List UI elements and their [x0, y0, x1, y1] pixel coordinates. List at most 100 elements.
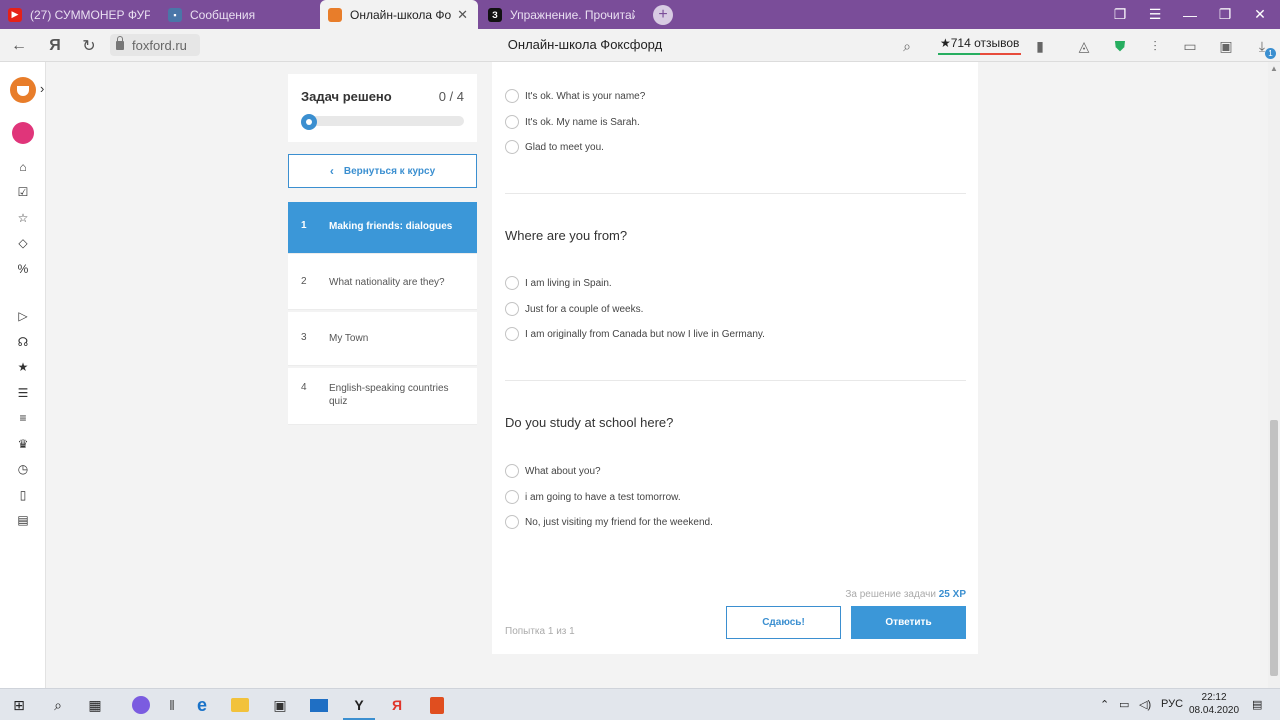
headphones-icon[interactable]: ☊ — [13, 332, 33, 352]
mail-icon[interactable] — [309, 695, 329, 715]
reviews-text: ★714 отзывов — [940, 36, 1020, 50]
clock-date: 08.04.2020 — [1189, 705, 1240, 716]
volume-icon[interactable]: ◁) — [1139, 698, 1151, 711]
close-tab-icon[interactable]: ✕ — [457, 7, 468, 23]
option-label: Glad to meet you. — [525, 141, 604, 153]
home-icon[interactable]: ⌂ — [13, 157, 33, 177]
lesson-item-2[interactable]: 2 What nationality are they? — [288, 254, 477, 310]
tabs-overview-icon[interactable]: ❐ — [1103, 0, 1137, 29]
radio-button[interactable] — [505, 515, 519, 529]
lesson-number: 4 — [301, 382, 307, 393]
radio-button[interactable] — [505, 276, 519, 290]
radio-button[interactable] — [505, 140, 519, 154]
language-indicator[interactable]: РУС — [1161, 698, 1183, 710]
store-icon[interactable]: ▣ — [270, 695, 290, 715]
minimize-icon[interactable]: — — [1173, 0, 1207, 29]
avatar[interactable] — [12, 122, 34, 144]
protect-icon[interactable]: ◬ — [1074, 36, 1094, 56]
lesson-item-1[interactable]: 1 Making friends: dialogues — [288, 202, 477, 254]
reviews-badge[interactable]: ★714 отзывов — [938, 35, 1022, 55]
answer-option[interactable]: I am living in Spain. — [505, 275, 612, 291]
settings-sliders-icon[interactable]: ⫶ — [1145, 36, 1165, 56]
tab-exercise[interactable]: З Упражнение. Прочитайте — [480, 0, 645, 29]
back-arrow-icon[interactable]: ← — [8, 35, 30, 57]
page-title: Онлайн-школа Фоксфорд — [507, 37, 663, 52]
alice-icon[interactable] — [131, 695, 151, 715]
tasks-icon[interactable]: ☑ — [13, 182, 33, 202]
page-scrollbar[interactable]: ▲ — [1268, 62, 1280, 688]
tab-foxford[interactable]: Онлайн-школа Фоксфо ✕ — [320, 0, 478, 29]
option-label: I am living in Spain. — [525, 277, 612, 289]
search-icon[interactable]: ⌕ — [897, 36, 917, 56]
office-icon[interactable] — [427, 695, 447, 715]
stack-icon[interactable]: ≡ — [13, 408, 33, 428]
document-icon[interactable]: ▤ — [13, 510, 33, 530]
restore-icon[interactable]: ❐ — [1208, 0, 1242, 29]
back-to-course-button[interactable]: ‹ Вернуться к курсу — [288, 154, 477, 188]
radio-button[interactable] — [505, 327, 519, 341]
give-up-button[interactable]: Сдаюсь! — [726, 606, 841, 639]
lesson-title: My Town — [329, 333, 369, 344]
lesson-item-4[interactable]: 4 English-speaking countries quiz — [288, 368, 477, 425]
menu-icon[interactable]: ☰ — [1138, 0, 1172, 29]
edge-icon[interactable]: e — [192, 695, 212, 715]
scroll-thumb[interactable] — [1270, 420, 1278, 676]
tab-youtube[interactable]: ▶ (27) СУММОНЕР ФУРИОН — [0, 0, 160, 29]
radio-button[interactable] — [505, 490, 519, 504]
yandex-browser-icon[interactable]: Y — [349, 695, 369, 715]
clock[interactable]: 22:12 08.04.2020 — [1189, 691, 1239, 717]
tag-icon[interactable]: ◇ — [13, 233, 33, 253]
answer-option[interactable]: It's ok. My name is Sarah. — [505, 114, 640, 130]
foxford-logo[interactable] — [10, 77, 36, 103]
address-bar: ← Я ↻ foxford.ru Онлайн-школа Фоксфорд ⌕… — [0, 29, 1280, 62]
answer-option[interactable]: Just for a couple of weeks. — [505, 301, 643, 317]
close-window-icon[interactable]: ✕ — [1243, 0, 1277, 29]
expand-sidebar-icon[interactable]: › — [40, 81, 44, 96]
yandex-icon[interactable]: Я — [44, 35, 66, 57]
lesson-item-3[interactable]: 3 My Town — [288, 312, 477, 366]
list-icon[interactable]: ☰ — [13, 383, 33, 403]
browser-tab-bar: ▶ (27) СУММОНЕР ФУРИОН ▪ Сообщения Онлай… — [0, 0, 1280, 29]
windows-start-icon[interactable]: ⊞ — [9, 695, 29, 715]
translate-icon[interactable]: ▣ — [1216, 36, 1236, 56]
answer-option[interactable]: I am originally from Canada but now I li… — [505, 326, 765, 342]
network-icon[interactable]: ▭ — [1119, 698, 1129, 711]
url-field[interactable]: foxford.ru — [110, 34, 200, 56]
percent-icon[interactable]: % — [13, 259, 33, 279]
collections-icon[interactable]: ▭ — [1180, 36, 1200, 56]
clock-icon[interactable]: ◷ — [13, 459, 33, 479]
star-icon[interactable]: ☆ — [13, 208, 33, 228]
radio-button[interactable] — [505, 115, 519, 129]
option-label: It's ok. What is your name? — [525, 90, 646, 102]
reviews-underline — [938, 53, 980, 55]
adblock-shield-icon[interactable]: ⛊ — [1110, 36, 1130, 56]
play-square-icon[interactable]: ▷ — [13, 306, 33, 326]
chat-icon: ▪ — [168, 7, 182, 22]
new-tab-button[interactable]: + — [653, 5, 673, 25]
tab-messages[interactable]: ▪ Сообщения — [160, 0, 320, 29]
radio-button[interactable] — [505, 302, 519, 316]
file-explorer-icon[interactable] — [230, 695, 250, 715]
answer-option[interactable]: i am going to have a test tomorrow. — [505, 489, 681, 505]
answer-option[interactable]: It's ok. What is your name? — [505, 88, 645, 104]
bookmark-icon[interactable]: ▮ — [1030, 36, 1050, 56]
question-title: Where are you from? — [505, 228, 628, 243]
book-icon[interactable]: ▯ — [13, 485, 33, 505]
trophy-icon[interactable]: ♛ — [13, 434, 33, 454]
notifications-icon[interactable]: ▤ — [1252, 698, 1262, 711]
radio-button[interactable] — [505, 89, 519, 103]
answer-option[interactable]: Glad to meet you. — [505, 139, 604, 155]
submit-answer-button[interactable]: Ответить — [851, 606, 966, 639]
chevron-up-icon[interactable]: ⌃ — [1100, 698, 1109, 711]
reload-icon[interactable]: ↻ — [78, 35, 100, 57]
task-view-icon[interactable]: ▦ — [85, 695, 105, 715]
answer-option[interactable]: What about you? — [505, 463, 601, 479]
downloads-icon[interactable]: ⤓ 1 — [1252, 36, 1276, 59]
answer-option[interactable]: No, just visiting my friend for the week… — [505, 514, 713, 530]
search-icon[interactable]: ⌕ — [48, 695, 68, 715]
favorites-icon[interactable]: ★ — [13, 357, 33, 377]
radio-button[interactable] — [505, 464, 519, 478]
scroll-up-icon[interactable]: ▲ — [1270, 64, 1278, 73]
progress-title: Задач решено — [301, 89, 392, 104]
yandex-app-icon[interactable]: Я — [387, 695, 407, 715]
